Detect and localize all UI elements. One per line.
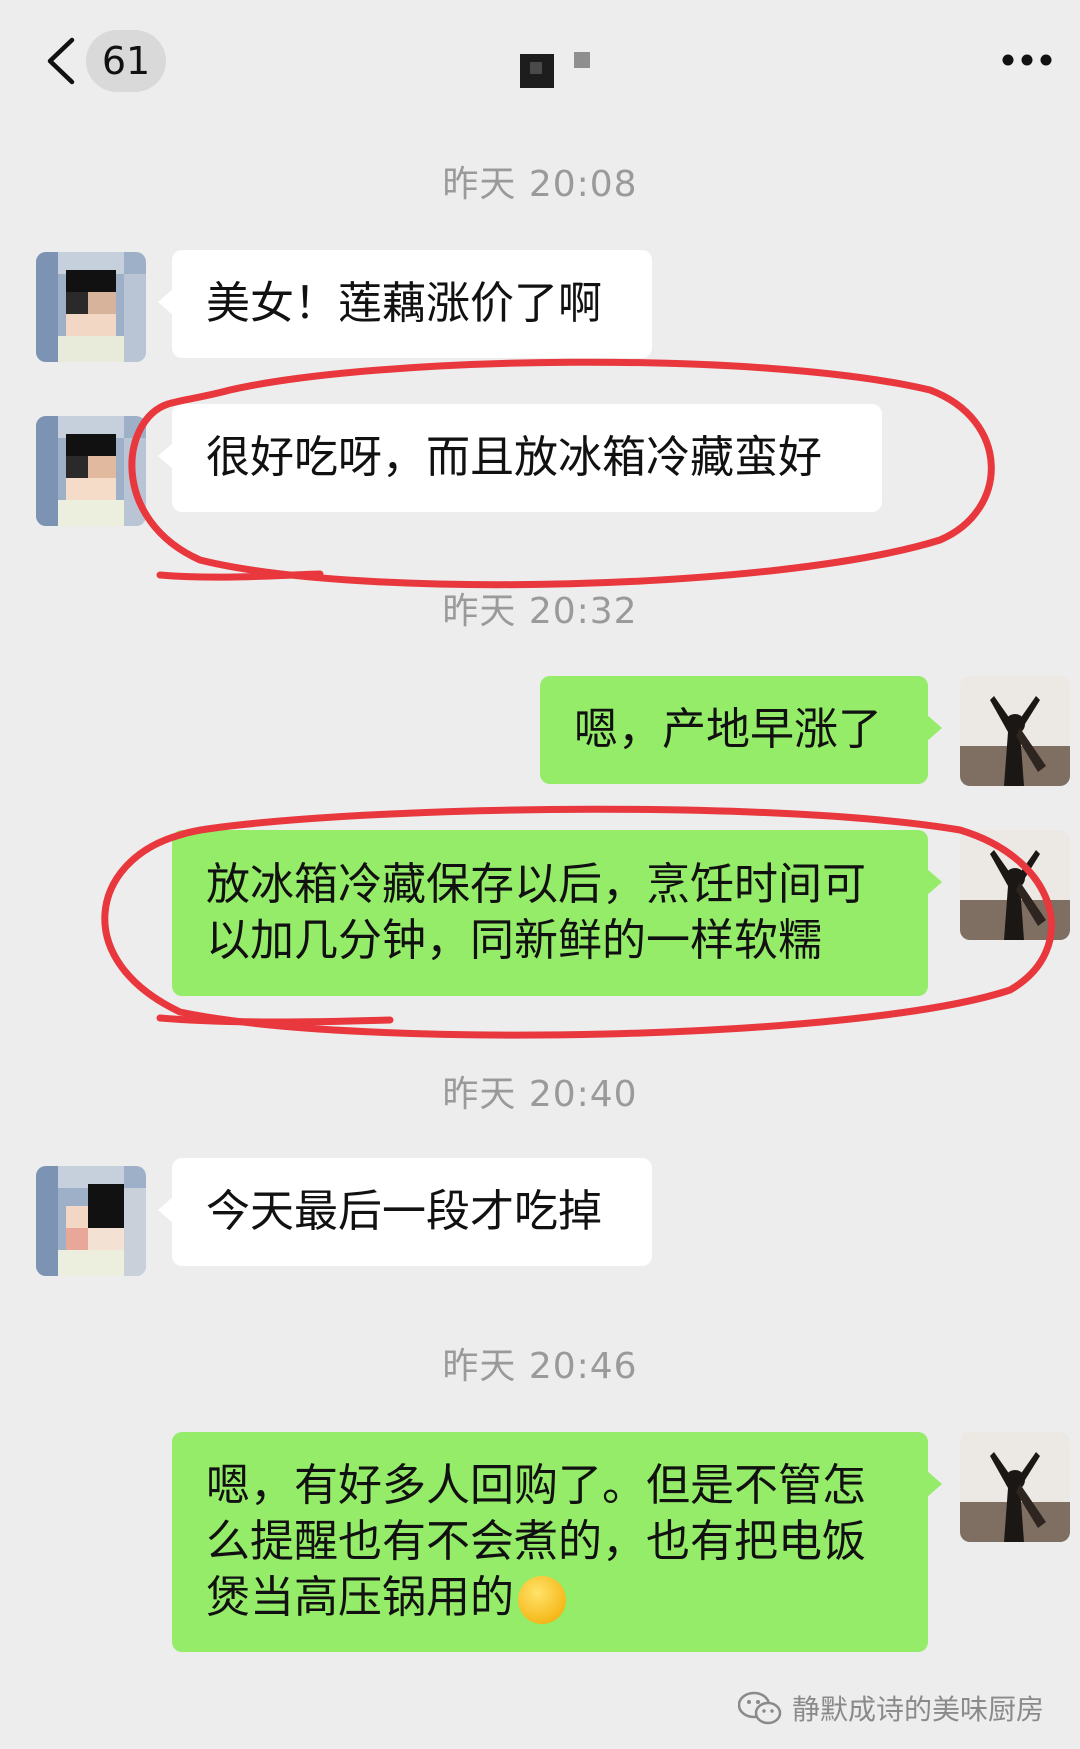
contact-avatar[interactable]: [36, 252, 146, 362]
thinking-face-emoji-icon: [518, 1576, 566, 1624]
timestamp: 昨天 20:08: [442, 164, 638, 205]
chat-header: 61: [0, 0, 1080, 120]
my-avatar[interactable]: [960, 1432, 1070, 1542]
incoming-message-bubble[interactable]: 今天最后一段才吃掉: [158, 1158, 652, 1266]
message-text: 嗯，有好多人回购了。但是不管怎 么提醒也有不会煮的，也有把电饭 煲当高压锅用的: [206, 1460, 866, 1624]
wechat-logo-icon: [737, 1691, 782, 1725]
chat-title-pixelated: [520, 52, 590, 88]
timestamp: 昨天 20:32: [442, 591, 638, 632]
red-circle-annotation: [156, 1014, 394, 1026]
timestamp: 昨天 20:46: [442, 1346, 638, 1387]
red-circle-annotation: [156, 570, 324, 581]
back-arrow-icon[interactable]: [42, 36, 82, 86]
contact-avatar[interactable]: [36, 416, 146, 526]
outgoing-message-bubble[interactable]: 嗯，有好多人回购了。但是不管怎 么提醒也有不会煮的，也有把电饭 煲当高压锅用的: [172, 1432, 942, 1652]
outgoing-message-bubble[interactable]: 嗯，产地早涨了: [540, 676, 942, 784]
incoming-message-bubble[interactable]: 美女！莲藕涨价了啊: [158, 250, 652, 358]
outgoing-message-bubble[interactable]: 放冰箱冷藏保存以后，烹饪时间可 以加几分钟，同新鲜的一样软糯: [172, 830, 942, 996]
more-options-icon[interactable]: [1002, 52, 1052, 68]
incoming-message-bubble[interactable]: 很好吃呀，而且放冰箱冷藏蛮好: [158, 404, 882, 512]
contact-avatar[interactable]: [36, 1166, 146, 1276]
watermark: 静默成诗的美味厨房: [737, 1688, 1044, 1728]
my-avatar[interactable]: [960, 830, 1070, 940]
watermark-text: 静默成诗的美味厨房: [791, 1693, 1044, 1726]
unread-count-badge[interactable]: 61: [86, 30, 166, 92]
my-avatar[interactable]: [960, 676, 1070, 786]
timestamp: 昨天 20:40: [442, 1074, 638, 1115]
